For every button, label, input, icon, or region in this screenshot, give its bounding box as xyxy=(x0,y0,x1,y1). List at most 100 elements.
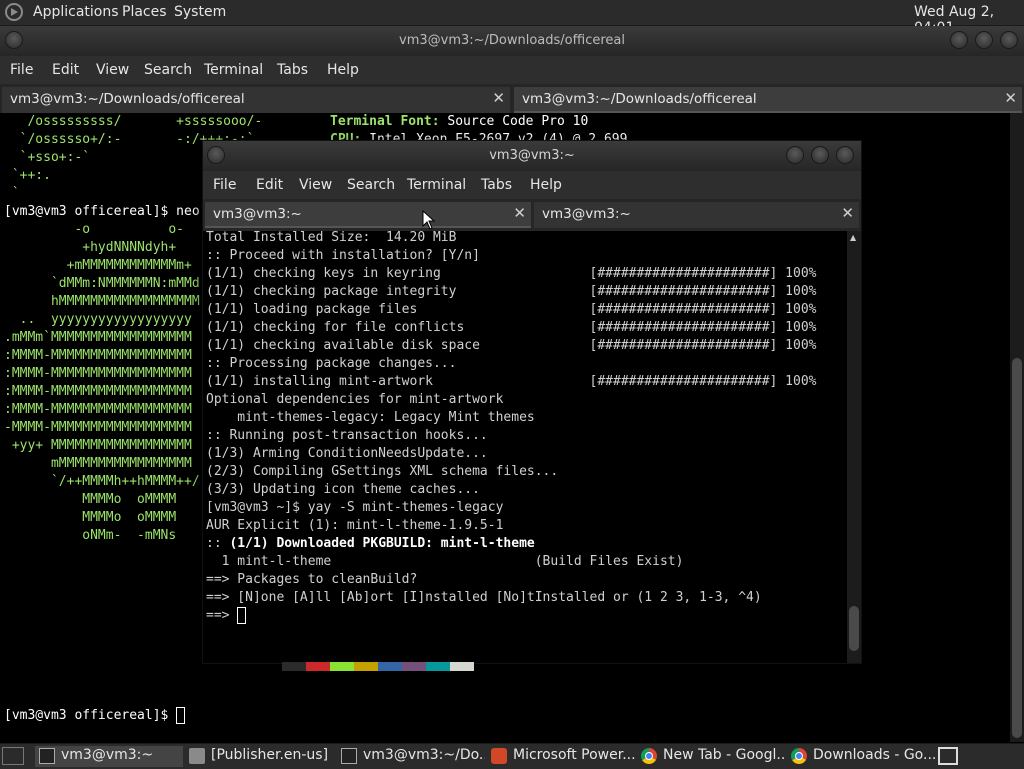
terminal-line: :: Proceed with installation? [Y/n] xyxy=(206,248,480,263)
front-scrollbar[interactable]: ▲ xyxy=(847,231,861,663)
mouse-pointer-icon xyxy=(422,210,436,230)
terminal-line: Total Installed Size: 14.20 MiB xyxy=(206,231,457,245)
terminal-line: (1/1) checking package integrity [######… xyxy=(206,284,817,299)
menu-tabs[interactable]: Tabs xyxy=(481,177,512,193)
tab-label: vm3@vm3:~ xyxy=(213,206,302,222)
terminal-output: Total Installed Size: 14.20 MiB:: Procee… xyxy=(206,231,816,625)
back-tabbar: vm3@vm3:~/Downloads/officereal ✕ vm3@vm3… xyxy=(0,84,1024,116)
minimize-icon[interactable] xyxy=(786,146,804,164)
taskbar: vm3@vm3:~ [Publisher.en-us] vm3@vm3:~/Do… xyxy=(0,743,1024,769)
tab-label: vm3@vm3:~/Downloads/officereal xyxy=(10,91,245,107)
terminal-line: /osssssssss/ +sssssooo/- xyxy=(4,114,318,129)
terminal-line: ==> Packages to cleanBuild? xyxy=(206,572,418,587)
front-window-titlebar[interactable]: vm3@vm3:~ xyxy=(203,141,861,171)
minimize-icon[interactable] xyxy=(950,31,968,49)
terminal-line: AUR Explicit (1): mint-l-theme-1.9.5-1 xyxy=(206,518,504,533)
terminal-icon xyxy=(39,748,55,764)
menu-view[interactable]: View xyxy=(96,62,129,78)
palette-swatch xyxy=(330,662,354,671)
terminal-line: :: Running post-transaction hooks... xyxy=(206,428,488,443)
palette-swatch xyxy=(354,662,378,671)
terminal-line: Optional dependencies for mint-artwork xyxy=(206,392,504,407)
front-menubar: File Edit View Search Terminal Tabs Help xyxy=(203,171,861,199)
show-desktop-icon[interactable] xyxy=(2,747,24,765)
terminal-line: mint-themes-legacy: Legacy Mint themes xyxy=(206,410,535,425)
front-terminal-area[interactable]: Total Installed Size: 14.20 MiB:: Procee… xyxy=(203,231,847,663)
task-publisher[interactable]: [Publisher.en-us] xyxy=(185,746,335,767)
terminal-line: (2/3) Compiling GSettings XML schema fil… xyxy=(206,464,559,479)
system-menu[interactable]: System xyxy=(174,4,226,20)
menu-file[interactable]: File xyxy=(213,177,236,193)
back-prompt-line: [vm3@vm3 officereal]$ xyxy=(4,707,186,725)
terminal-line: :: Processing package changes... xyxy=(206,356,457,371)
workspace-switcher-icon[interactable] xyxy=(938,747,958,765)
palette-swatch xyxy=(450,662,474,671)
chrome-icon xyxy=(641,748,657,764)
menu-edit[interactable]: Edit xyxy=(52,62,79,78)
task-label: Downloads - Go... xyxy=(813,747,935,763)
maximize-icon[interactable] xyxy=(811,146,829,164)
task-terminal-1[interactable]: vm3@vm3:~ xyxy=(35,746,183,767)
palette-swatch xyxy=(402,662,426,671)
palette-swatch xyxy=(306,662,330,671)
scrollbar-thumb[interactable] xyxy=(849,606,859,651)
cursor xyxy=(237,607,247,624)
terminal-line: (1/3) Arming ConditionNeedsUpdate... xyxy=(206,446,488,461)
palette-swatch xyxy=(378,662,402,671)
terminal-line: [vm3@vm3 ~]$ yay -S mint-themes-legacy xyxy=(206,500,504,515)
terminal-line: (1/1) loading package files [###########… xyxy=(206,302,817,317)
folder-icon xyxy=(189,748,205,764)
scrollbar-thumb[interactable] xyxy=(1012,358,1022,738)
sysinfo-label: Terminal Font: xyxy=(330,114,440,129)
menu-help[interactable]: Help xyxy=(327,62,359,78)
back-window-titlebar[interactable]: vm3@vm3:~/Downloads/officereal xyxy=(0,26,1024,56)
terminal-line: ==> xyxy=(206,607,816,625)
task-label: vm3@vm3:~ xyxy=(61,747,154,763)
terminal-line: :: (1/1) Downloaded PKGBUILD: mint-l-the… xyxy=(206,536,535,551)
tab-close-icon[interactable]: ✕ xyxy=(1004,89,1017,107)
menu-tabs[interactable]: Tabs xyxy=(277,62,308,78)
sysinfo-value: Source Code Pro 10 xyxy=(439,114,589,129)
front-tab-2[interactable]: vm3@vm3:~ ✕ xyxy=(534,202,859,228)
tab-close-icon[interactable]: ✕ xyxy=(513,204,526,222)
menu-terminal[interactable]: Terminal xyxy=(204,62,263,78)
task-powerpoint[interactable]: Microsoft Power... xyxy=(487,746,635,767)
tab-close-icon[interactable]: ✕ xyxy=(492,89,505,107)
task-label: vm3@vm3:~/Do... xyxy=(363,747,485,763)
menu-view[interactable]: View xyxy=(299,177,332,193)
close-icon[interactable] xyxy=(1000,31,1018,49)
back-prompt: [vm3@vm3 officereal]$ xyxy=(4,708,177,723)
scroll-up-icon[interactable]: ▲ xyxy=(850,233,856,242)
places-menu[interactable]: Places xyxy=(122,4,167,20)
menu-search[interactable]: Search xyxy=(347,177,395,193)
front-tab-1[interactable]: vm3@vm3:~ ✕ xyxy=(205,202,531,228)
terminal-line: 1 mint-l-theme (Build Files Exist) xyxy=(206,554,684,569)
back-scrollbar[interactable] xyxy=(1010,113,1024,742)
mint-logo-icon[interactable] xyxy=(5,3,23,21)
menu-terminal[interactable]: Terminal xyxy=(407,177,466,193)
menu-search[interactable]: Search xyxy=(144,62,192,78)
terminal-line: (3/3) Updating icon theme caches... xyxy=(206,482,480,497)
maximize-icon[interactable] xyxy=(975,31,993,49)
task-label: New Tab - Googl... xyxy=(663,747,785,763)
menu-help[interactable]: Help xyxy=(530,177,562,193)
task-chrome-newtab[interactable]: New Tab - Googl... xyxy=(637,746,785,767)
task-terminal-2[interactable]: vm3@vm3:~/Do... xyxy=(337,746,485,767)
front-tabbar: vm3@vm3:~ ✕ vm3@vm3:~ ✕ xyxy=(203,199,861,231)
back-tab-1[interactable]: vm3@vm3:~/Downloads/officereal ✕ xyxy=(2,87,510,113)
task-chrome-downloads[interactable]: Downloads - Go... xyxy=(787,746,935,767)
front-terminal-window: vm3@vm3:~ File Edit View Search Terminal… xyxy=(202,140,862,664)
terminal-line: ==> [N]one [A]ll [Ab]ort [I]nstalled [No… xyxy=(206,590,762,605)
task-label: [Publisher.en-us] xyxy=(211,747,329,763)
applications-menu[interactable]: Applications xyxy=(33,4,119,20)
palette-swatch xyxy=(282,662,306,671)
terminal-line: (1/1) checking for file conflicts [#####… xyxy=(206,320,817,335)
chrome-icon xyxy=(791,748,807,764)
close-icon[interactable] xyxy=(836,146,854,164)
terminal-icon xyxy=(341,748,357,764)
menu-edit[interactable]: Edit xyxy=(256,177,283,193)
terminal-line: (1/1) installing mint-artwork [#########… xyxy=(206,374,817,389)
back-tab-2[interactable]: vm3@vm3:~/Downloads/officereal ✕ xyxy=(514,87,1022,113)
menu-file[interactable]: File xyxy=(10,62,33,78)
tab-close-icon[interactable]: ✕ xyxy=(841,204,854,222)
